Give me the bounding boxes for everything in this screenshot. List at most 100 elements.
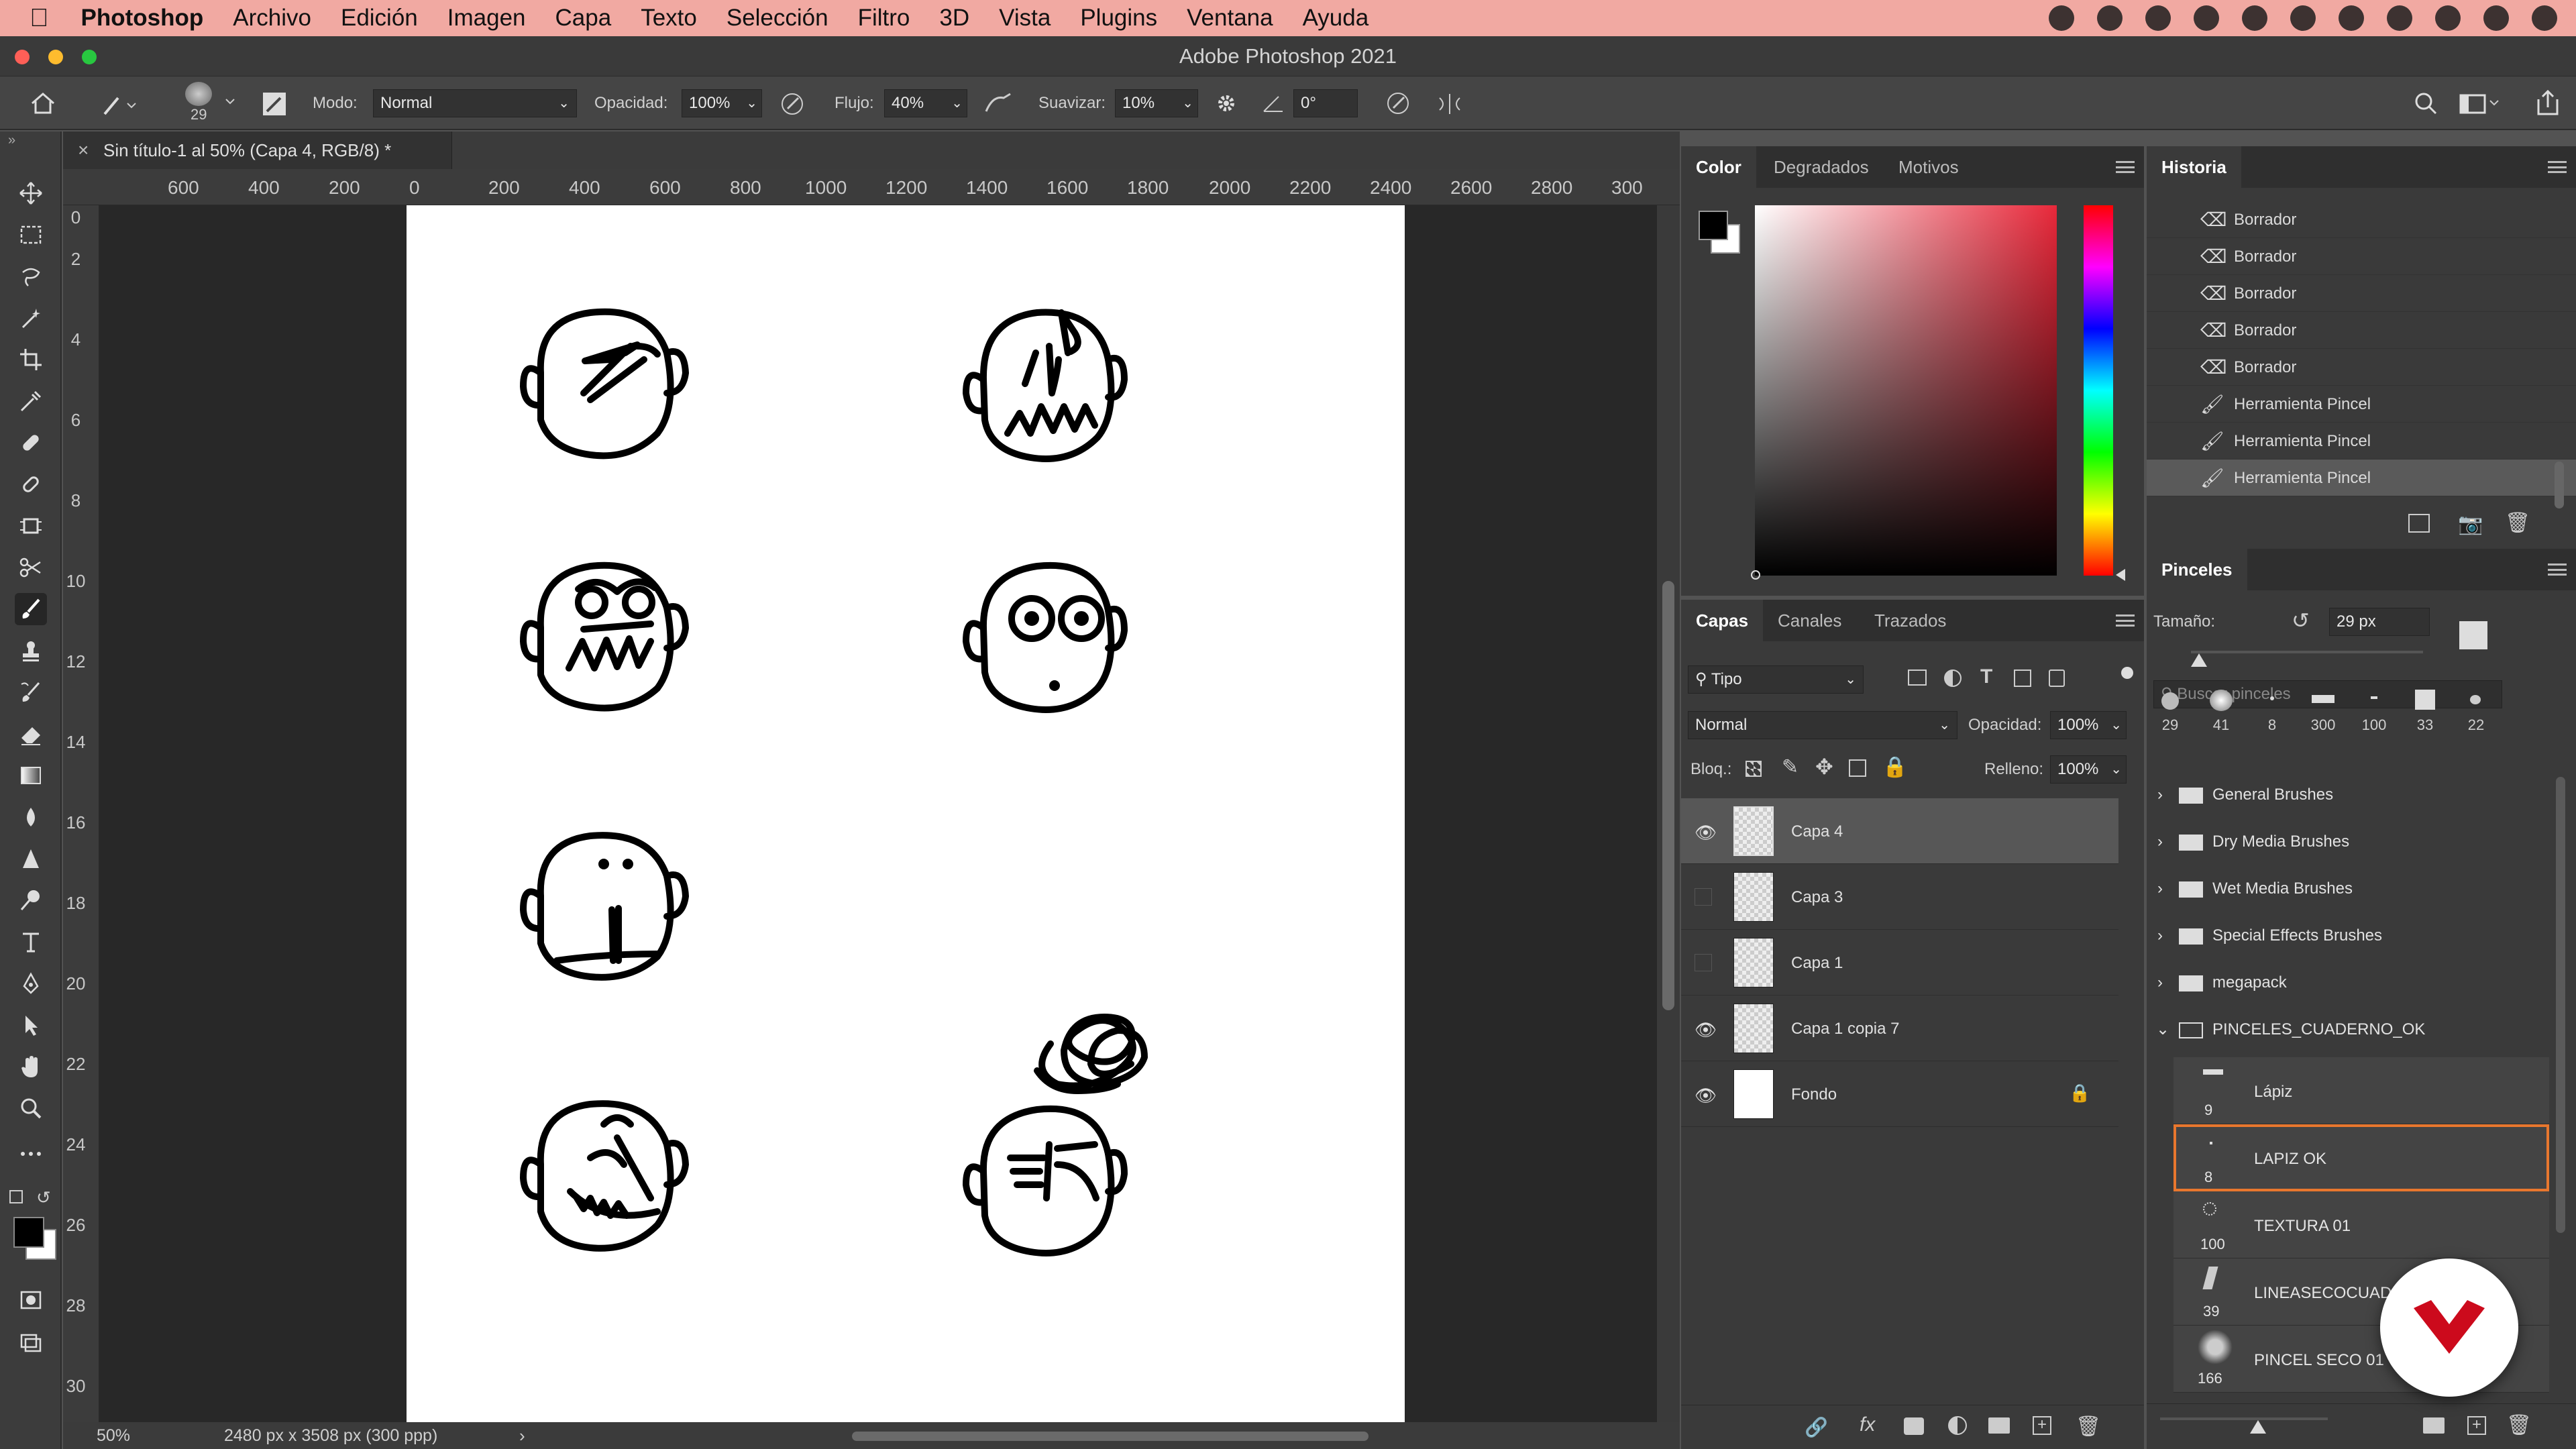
hand-tool-icon[interactable] — [15, 1051, 47, 1083]
brush-size-slider-handle[interactable] — [2191, 653, 2207, 667]
smoothing-field[interactable]: 10% ⌄ — [1115, 89, 1198, 117]
filter-smart-object-icon[interactable] — [2049, 669, 2065, 687]
eyedropper-tool-icon[interactable] — [15, 385, 47, 417]
layer-row[interactable]: 👁 Capa 1 copia 7 — [1681, 996, 2118, 1061]
brush-preset[interactable]: 33 — [2402, 690, 2449, 734]
tab-patterns[interactable]: Motivos — [1884, 146, 1974, 188]
panel-menu-icon[interactable] — [2548, 161, 2567, 173]
brush-item[interactable]: 100 TEXTURA 01 — [2174, 1191, 2549, 1258]
control-center-icon[interactable] — [2532, 5, 2557, 31]
close-window-button[interactable] — [15, 50, 30, 64]
default-colors-icon[interactable] — [9, 1190, 23, 1203]
layer-name[interactable]: Fondo — [1791, 1085, 1837, 1104]
document-tab[interactable]: × Sin título-1 al 50% (Capa 4, RGB/8) * — [63, 131, 452, 169]
angle-field[interactable]: 0° — [1293, 89, 1358, 117]
collapse-arrows-icon[interactable]: » — [8, 133, 15, 148]
status-app-icon[interactable] — [2242, 5, 2267, 31]
hue-slider[interactable] — [2084, 205, 2125, 581]
menu-filtro[interactable]: Filtro — [858, 5, 910, 32]
dodge-tool-icon[interactable] — [15, 884, 47, 916]
screen-mode-icon[interactable] — [15, 1326, 47, 1358]
status-app-icon[interactable] — [2145, 5, 2171, 31]
pressure-size-icon[interactable] — [1385, 90, 1411, 117]
brush-preset[interactable]: 41 — [2198, 690, 2245, 734]
patch-tool-icon[interactable] — [15, 468, 47, 500]
new-document-from-state-icon[interactable] — [2408, 514, 2430, 533]
visibility-toggle-empty[interactable] — [1695, 888, 1712, 906]
new-group-icon[interactable] — [1988, 1417, 2010, 1434]
floating-logo-badge[interactable] — [2380, 1258, 2518, 1397]
brush-preset[interactable]: 29 — [2147, 692, 2194, 734]
add-mask-icon[interactable] — [1904, 1417, 1924, 1435]
brush-preset-icon[interactable] — [101, 91, 141, 118]
gear-icon[interactable] — [1213, 90, 1240, 117]
apple-icon[interactable]:  — [30, 4, 49, 33]
lock-artboard-icon[interactable] — [1849, 759, 1866, 777]
panel-menu-icon[interactable] — [2116, 614, 2135, 627]
share-icon[interactable] — [2534, 89, 2561, 117]
fx-icon[interactable]: fx — [1860, 1413, 1875, 1436]
brush-item[interactable]: 9 Lápiz — [2174, 1057, 2549, 1124]
history-brush-tool-icon[interactable] — [15, 676, 47, 708]
fill-field[interactable]: 100% ⌄ — [2050, 755, 2127, 784]
menu-vista[interactable]: Vista — [999, 5, 1051, 32]
symmetry-icon[interactable] — [1436, 90, 1464, 118]
layer-name[interactable]: Capa 1 — [1791, 954, 1843, 973]
tab-history[interactable]: Historia — [2147, 146, 2241, 188]
menu-app-name[interactable]: Photoshop — [81, 5, 204, 32]
document-size-info[interactable]: 2480 px x 3508 px (300 ppp) — [224, 1422, 437, 1449]
bluetooth-icon[interactable] — [2387, 5, 2412, 31]
document-canvas[interactable] — [407, 205, 1405, 1422]
status-app-icon[interactable] — [2194, 5, 2219, 31]
brush-preview-size-slider[interactable] — [2160, 1417, 2328, 1434]
panel-menu-icon[interactable] — [2548, 564, 2567, 576]
blend-mode-select[interactable]: Normal ⌄ — [1688, 711, 1957, 739]
history-scrollbar-thumb[interactable] — [2555, 462, 2564, 508]
eye-icon[interactable]: 👁 — [1695, 1020, 1717, 1040]
menu-seleccion[interactable]: Selección — [727, 5, 828, 32]
lock-all-icon[interactable]: 🔒 — [1882, 755, 1907, 779]
new-brush-icon[interactable]: + — [2467, 1416, 2486, 1435]
tab-layers[interactable]: Capas — [1681, 600, 1764, 641]
mode-select[interactable]: Normal ⌄ — [373, 89, 577, 117]
history-item[interactable]: ⌫ Borrador — [2147, 275, 2576, 312]
lock-pixels-icon[interactable]: ✎ — [1782, 755, 1799, 779]
menu-capa[interactable]: Capa — [555, 5, 612, 32]
color-picker-cursor[interactable] — [1751, 570, 1760, 580]
healing-tool-icon[interactable] — [15, 427, 47, 459]
chevron-right-icon[interactable]: › — [519, 1422, 525, 1449]
scrollbar-thumb[interactable] — [1662, 581, 1674, 1010]
menu-edicion[interactable]: Edición — [341, 5, 418, 32]
brush-item[interactable]: 8 LAPIZ OK — [2174, 1124, 2549, 1191]
history-item[interactable]: ⌫ Borrador — [2147, 312, 2576, 349]
flag-icon[interactable] — [2339, 5, 2364, 31]
new-layer-icon[interactable]: + — [2033, 1416, 2051, 1435]
brush-folder[interactable]: › General Brushes — [2147, 771, 2549, 818]
brush-settings-icon[interactable] — [2459, 621, 2487, 649]
trash-icon[interactable]: 🗑 — [2076, 1415, 2101, 1438]
opacity-field[interactable]: 100% ⌄ — [682, 89, 762, 117]
type-tool-icon[interactable] — [15, 926, 47, 958]
menu-archivo[interactable]: Archivo — [233, 5, 311, 32]
swap-colors-icon[interactable]: ↺ — [36, 1187, 51, 1208]
layer-row[interactable]: 👁 Capa 4 — [1681, 798, 2118, 864]
magic-wand-tool-icon[interactable] — [15, 302, 47, 334]
filter-toggle-switch[interactable] — [2121, 667, 2133, 679]
layer-filter-select[interactable]: ⚲ Tipo ⌄ — [1688, 665, 1864, 694]
menu-ayuda[interactable]: Ayuda — [1303, 5, 1369, 32]
close-tab-icon[interactable]: × — [78, 131, 89, 169]
maximize-window-button[interactable] — [82, 50, 97, 64]
crop-tool-icon[interactable] — [15, 343, 47, 376]
menu-imagen[interactable]: Imagen — [447, 5, 526, 32]
brush-preset[interactable]: 22 — [2453, 695, 2500, 734]
tab-gradients[interactable]: Degradados — [1759, 146, 1884, 188]
menu-3d[interactable]: 3D — [939, 5, 969, 32]
wifi-icon[interactable] — [2290, 5, 2316, 31]
history-item[interactable]: ⌫ Borrador — [2147, 238, 2576, 275]
adjustment-layer-icon[interactable] — [1948, 1416, 1967, 1435]
link-layers-icon[interactable]: 🔗 — [1805, 1416, 1828, 1438]
zoom-tool-icon[interactable] — [15, 1092, 47, 1124]
artboard-tool-icon[interactable] — [15, 510, 47, 542]
layer-name[interactable]: Capa 1 copia 7 — [1791, 1020, 1899, 1038]
status-app-icon[interactable] — [2097, 5, 2123, 31]
